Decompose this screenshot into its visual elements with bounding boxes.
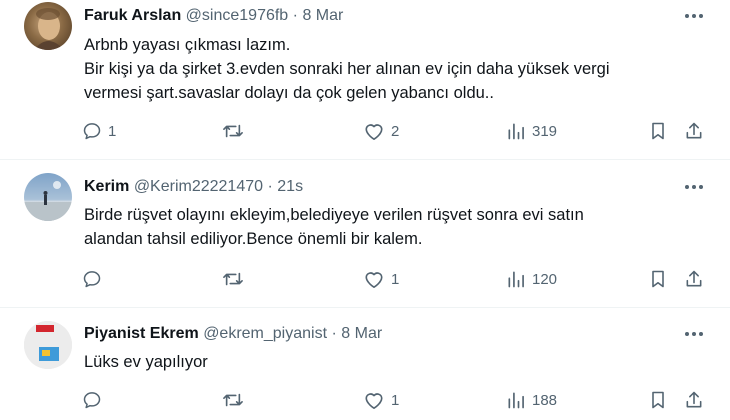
like-count: 2: [391, 122, 400, 140]
share-button[interactable]: [684, 120, 704, 142]
reply-button[interactable]: [82, 268, 108, 290]
views-button[interactable]: 188: [506, 389, 557, 411]
views-count: 120: [532, 270, 558, 288]
tweet-text-line: Arbnb yayası çıkması lazım.: [84, 36, 291, 54]
like-button[interactable]: 1: [363, 268, 399, 290]
separator-dot: ·: [292, 7, 298, 24]
views-icon: [508, 271, 524, 288]
like-count: 1: [391, 270, 400, 288]
retweet-button[interactable]: [222, 120, 250, 142]
author-handle[interactable]: @since1976fb: [186, 7, 289, 24]
avatar-photo: [24, 321, 72, 369]
timestamp[interactable]: 8 Mar: [302, 7, 343, 24]
tweet-text-line: vermesi şart.savaslar dolayı da çok gele…: [84, 84, 494, 102]
like-button[interactable]: 2: [363, 120, 399, 142]
bookmark-button[interactable]: [648, 389, 668, 411]
like-button[interactable]: 1: [363, 389, 399, 411]
avatar[interactable]: [24, 173, 72, 221]
more-icon[interactable]: [682, 6, 706, 26]
reply-icon: [83, 392, 101, 409]
share-icon: [686, 391, 702, 408]
tweet-text: Lüks ev yapılıyor: [84, 350, 704, 374]
author-handle[interactable]: @ekrem_piyanist: [203, 325, 327, 342]
share-icon: [686, 122, 702, 139]
share-button[interactable]: [684, 268, 704, 290]
author-name[interactable]: Kerim: [84, 178, 129, 195]
tweet-header: Kerim @Kerim22221470 · 21s: [84, 177, 303, 197]
heart-icon: [365, 393, 383, 409]
author-name[interactable]: Piyanist Ekrem: [84, 325, 199, 342]
more-icon[interactable]: [682, 177, 706, 197]
views-button[interactable]: 120: [506, 268, 557, 290]
retweet-button[interactable]: [222, 389, 250, 411]
reply-button[interactable]: 1: [82, 120, 116, 142]
author-handle[interactable]: @Kerim22221470: [134, 178, 263, 195]
bookmark-icon: [652, 391, 664, 409]
tweet-text-line: Birde rüşvet olayını ekleyim,belediyeye …: [84, 206, 584, 224]
tweet-text: Birde rüşvet olayını ekleyim,belediyeye …: [84, 203, 704, 251]
action-bar: 1 120: [0, 268, 730, 290]
reply-count: 1: [108, 122, 117, 140]
bookmark-icon: [652, 270, 664, 288]
avatar[interactable]: [24, 321, 72, 369]
action-bar: 1 2 319: [0, 120, 730, 142]
bookmark-icon: [652, 122, 664, 140]
timestamp[interactable]: 21s: [277, 178, 303, 195]
views-button[interactable]: 319: [506, 120, 557, 142]
tweet-text: Arbnb yayası çıkması lazım. Bir kişi ya …: [84, 33, 704, 105]
tweet-text-line: Bir kişi ya da şirket 3.evden sonraki he…: [84, 60, 610, 78]
bookmark-button[interactable]: [648, 268, 668, 290]
views-count: 188: [532, 391, 558, 409]
tweet-header: Faruk Arslan @since1976fb · 8 Mar: [84, 6, 343, 26]
share-icon: [686, 270, 702, 287]
separator-dot: ·: [331, 325, 337, 342]
tweet-text-line: alandan tahsil ediliyor.Bence önemli bir…: [84, 230, 423, 248]
reply-icon: [83, 123, 101, 140]
tweet-text-line: Lüks ev yapılıyor: [84, 353, 208, 371]
views-icon: [508, 123, 524, 140]
bookmark-button[interactable]: [648, 120, 668, 142]
tweet-header: Piyanist Ekrem @ekrem_piyanist · 8 Mar: [84, 324, 382, 344]
heart-icon: [365, 124, 383, 140]
retweet-button[interactable]: [222, 268, 250, 290]
author-name[interactable]: Faruk Arslan: [84, 7, 181, 24]
avatar-photo: [34, 8, 64, 50]
reply-icon: [83, 271, 101, 288]
separator-dot: ·: [267, 178, 273, 195]
tweet-1[interactable]: Faruk Arslan @since1976fb · 8 Mar Arbnb …: [0, 0, 730, 160]
timestamp[interactable]: 8 Mar: [341, 325, 382, 342]
tweet-3[interactable]: Piyanist Ekrem @ekrem_piyanist · 8 Mar L…: [0, 308, 730, 420]
avatar-photo: [24, 181, 72, 221]
retweet-icon: [223, 124, 243, 138]
tweet-2[interactable]: Kerim @Kerim22221470 · 21s Birde rüşvet …: [0, 160, 730, 307]
share-button[interactable]: [684, 389, 704, 411]
retweet-icon: [223, 393, 243, 407]
more-icon[interactable]: [682, 324, 706, 344]
like-count: 1: [391, 391, 400, 409]
heart-icon: [365, 272, 383, 288]
action-bar: 1 188: [0, 389, 730, 411]
retweet-icon: [223, 272, 243, 286]
avatar[interactable]: [24, 2, 72, 50]
views-count: 319: [532, 122, 558, 140]
reply-button[interactable]: [82, 389, 108, 411]
views-icon: [508, 392, 524, 409]
